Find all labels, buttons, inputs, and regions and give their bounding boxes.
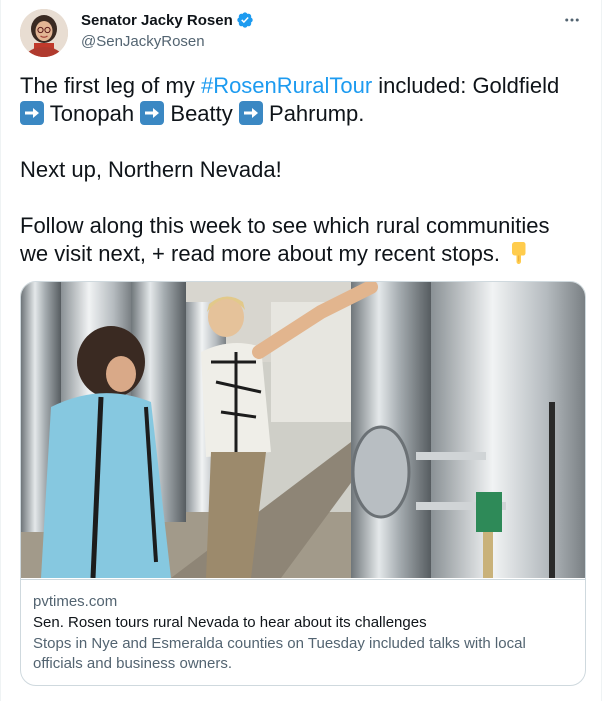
right-arrow-emoji-icon [140,101,165,125]
tweet-text: The first leg of my #RosenRuralTour incl… [20,72,590,268]
pointing-down-hand-icon [512,242,526,264]
card-meta[interactable]: pvtimes.com Sen. Rosen tours rural Nevad… [21,579,585,685]
stop-pahrump: Pahrump. [269,101,365,126]
tweet-text-span: The first leg of my [20,73,201,98]
brewery-photo-icon [21,282,585,578]
card-domain: pvtimes.com [33,593,118,610]
hashtag-link[interactable]: #RosenRuralTour [201,73,372,98]
tweet-container: Senator Jacky Rosen @SenJackyRosen The f… [0,0,602,701]
more-options-button[interactable] [562,10,582,30]
tweet-paragraph-3-line-1: Follow along this week to see which rura… [20,213,550,238]
link-preview-card[interactable]: pvtimes.com Sen. Rosen tours rural Nevad… [20,281,586,686]
more-horizontal-icon [565,18,579,22]
author-name[interactable]: Senator Jacky Rosen [81,12,233,29]
tweet-paragraph-2: Next up, Northern Nevada! [20,157,282,182]
card-description-line-2: officials and business owners. [33,655,232,672]
card-image[interactable] [21,282,585,578]
tweet-paragraph-1: The first leg of my #RosenRuralTour incl… [20,72,590,100]
author-handle[interactable]: @SenJackyRosen [81,33,205,50]
tweet-text-span: we visit next, + read more about my rece… [20,241,500,266]
right-arrow-emoji-icon [20,101,44,125]
card-description: Stops in Nye and Esmeralda counties on T… [33,634,573,674]
card-description-line-1: Stops in Nye and Esmeralda counties on T… [33,635,526,652]
stop-beatty: Beatty [170,101,233,126]
author-avatar[interactable] [20,9,68,57]
stop-tonopah: Tonopah [49,101,135,126]
tweet-paragraph-3-line-2: we visit next, + read more about my rece… [20,240,590,268]
tweet-text-span: included: Goldfield [372,73,560,98]
avatar-photo-icon [20,9,68,57]
tweet-paragraph-1-line-2: Tonopah Beatty Pahrump. [20,100,590,128]
author-name-row[interactable]: Senator Jacky Rosen [81,11,254,29]
verified-badge-icon [237,12,253,28]
card-title: Sen. Rosen tours rural Nevada to hear ab… [33,614,427,631]
right-arrow-emoji-icon [238,101,263,125]
